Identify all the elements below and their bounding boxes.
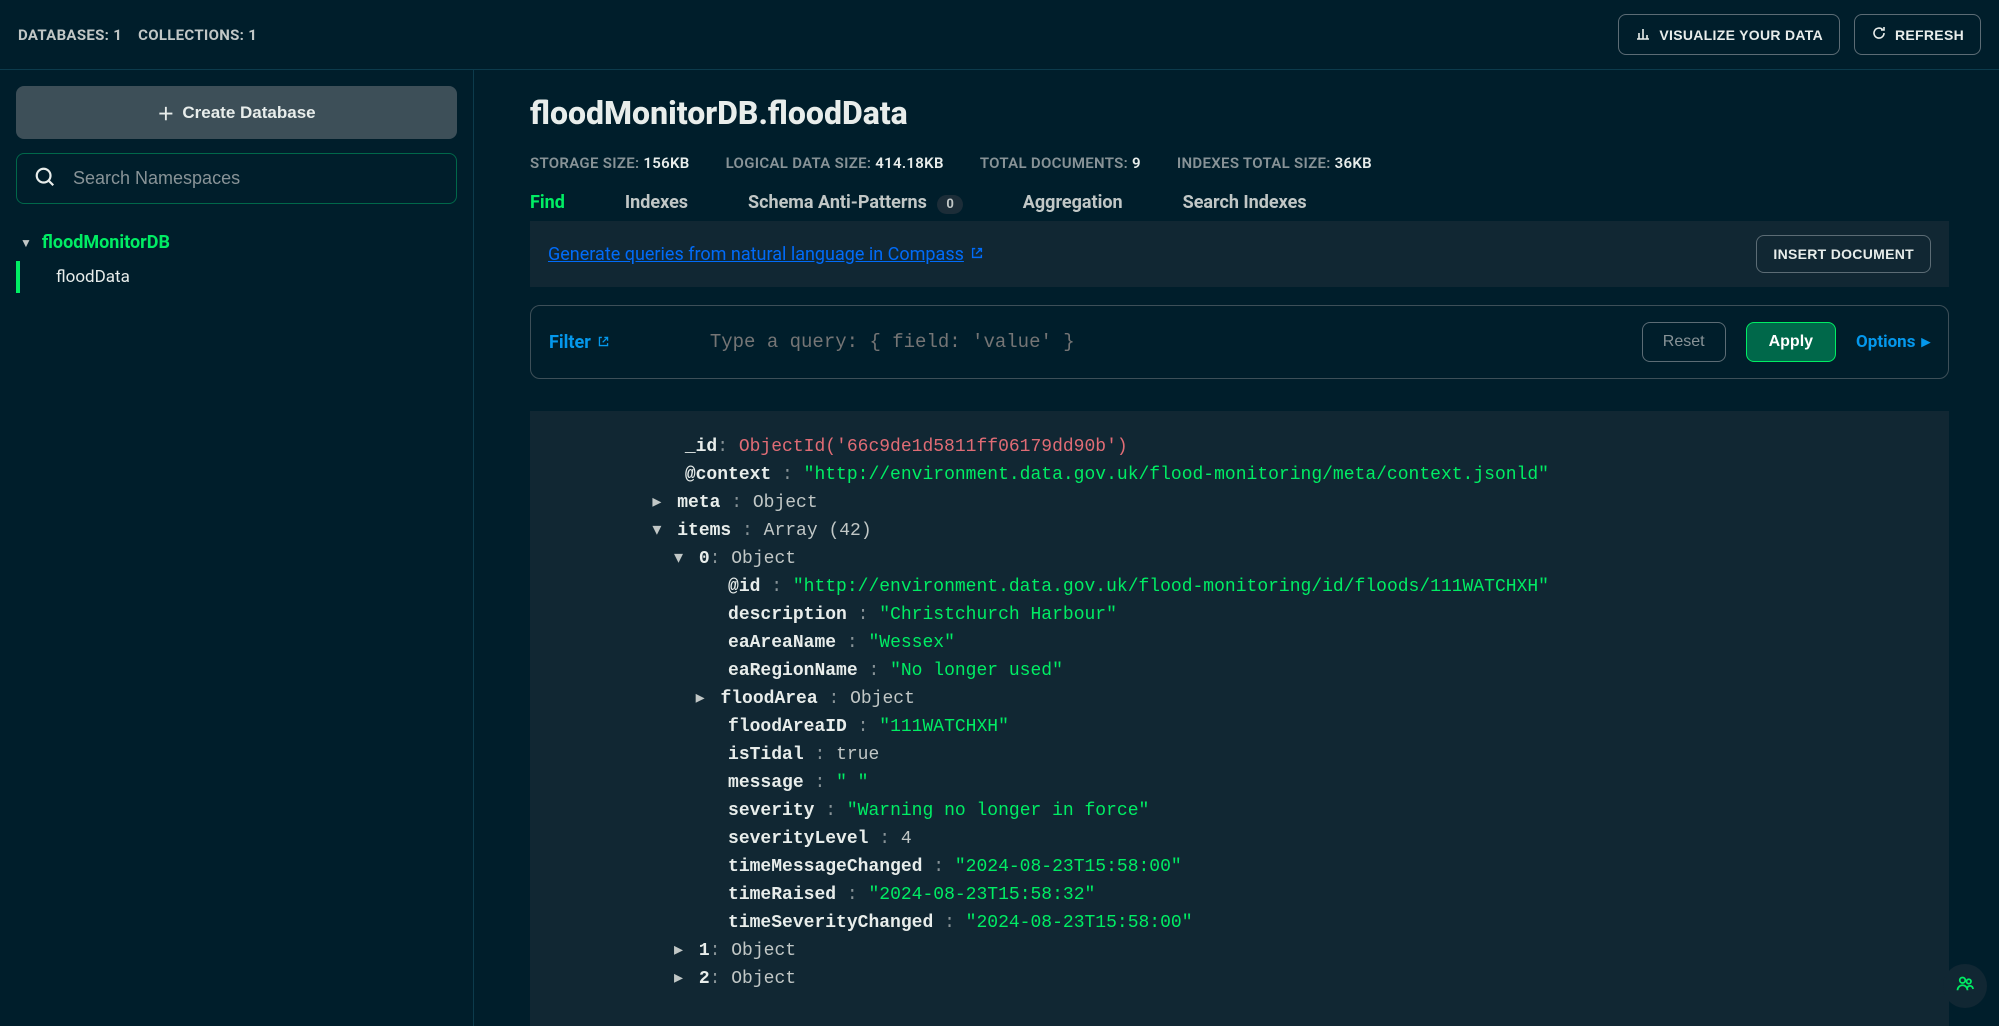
reset-button[interactable]: Reset (1642, 322, 1726, 362)
caret-right-icon[interactable]: ▸ (652, 489, 666, 517)
create-database-button[interactable]: ＋ Create Database (16, 86, 457, 139)
refresh-button[interactable]: REFRESH (1854, 14, 1981, 55)
sidebar: ＋ Create Database ▼ floodMonitorDB flood… (0, 70, 474, 1026)
search-namespaces-input[interactable] (16, 153, 457, 204)
topbar: DATABASES: 1 COLLECTIONS: 1 VISUALIZE YO… (0, 0, 1999, 70)
options-dropdown[interactable]: Options ▸ (1856, 332, 1930, 352)
caret-down-icon[interactable]: ▾ (674, 545, 688, 573)
caret-right-icon[interactable]: ▸ (696, 685, 710, 713)
chart-icon (1635, 25, 1651, 44)
caret-right-icon[interactable]: ▸ (674, 965, 688, 993)
collection-title: floodMonitorDB.floodData (530, 94, 1949, 132)
people-icon (1955, 974, 1975, 998)
external-link-icon (597, 332, 610, 353)
schema-badge: 0 (937, 195, 962, 214)
insert-document-button[interactable]: INSERT DOCUMENT (1756, 235, 1931, 273)
tab-indexes[interactable]: Indexes (625, 192, 688, 221)
caret-down-icon[interactable]: ▾ (652, 517, 666, 545)
help-fab[interactable] (1943, 964, 1987, 1008)
collection-stats: STORAGE SIZE: 156KB LOGICAL DATA SIZE: 4… (530, 154, 1949, 172)
external-link-icon (970, 244, 984, 265)
sidebar-collection-item[interactable]: floodData (16, 261, 457, 293)
filter-dropdown[interactable]: Filter (549, 332, 610, 353)
refresh-icon (1871, 25, 1887, 44)
visualize-button[interactable]: VISUALIZE YOUR DATA (1618, 14, 1840, 55)
query-input[interactable] (710, 331, 1622, 353)
tab-schema-antipatterns[interactable]: Schema Anti-Patterns 0 (748, 192, 963, 221)
search-icon (34, 166, 56, 192)
chevron-right-icon: ▸ (1921, 332, 1930, 352)
subbar: Generate queries from natural language i… (530, 221, 1949, 287)
query-bar: Filter Reset Apply Options ▸ (530, 305, 1949, 379)
document-viewer[interactable]: _id: ObjectId('66c9de1d5811ff06179dd90b'… (530, 411, 1949, 1026)
compass-link[interactable]: Generate queries from natural language i… (548, 244, 984, 265)
sidebar-database-item[interactable]: ▼ floodMonitorDB (16, 224, 457, 261)
tabs: Find Indexes Schema Anti-Patterns 0 Aggr… (530, 192, 1949, 221)
caret-right-icon[interactable]: ▸ (674, 937, 688, 965)
plus-icon: ＋ (157, 100, 174, 125)
collections-count: COLLECTIONS: 1 (138, 26, 257, 44)
tab-find[interactable]: Find (530, 192, 565, 221)
tab-aggregation[interactable]: Aggregation (1023, 192, 1123, 221)
tab-search-indexes[interactable]: Search Indexes (1183, 192, 1307, 221)
apply-button[interactable]: Apply (1746, 322, 1836, 362)
content-area: floodMonitorDB.floodData STORAGE SIZE: 1… (474, 70, 1999, 1026)
chevron-down-icon: ▼ (20, 236, 32, 250)
databases-count: DATABASES: 1 (18, 26, 122, 44)
